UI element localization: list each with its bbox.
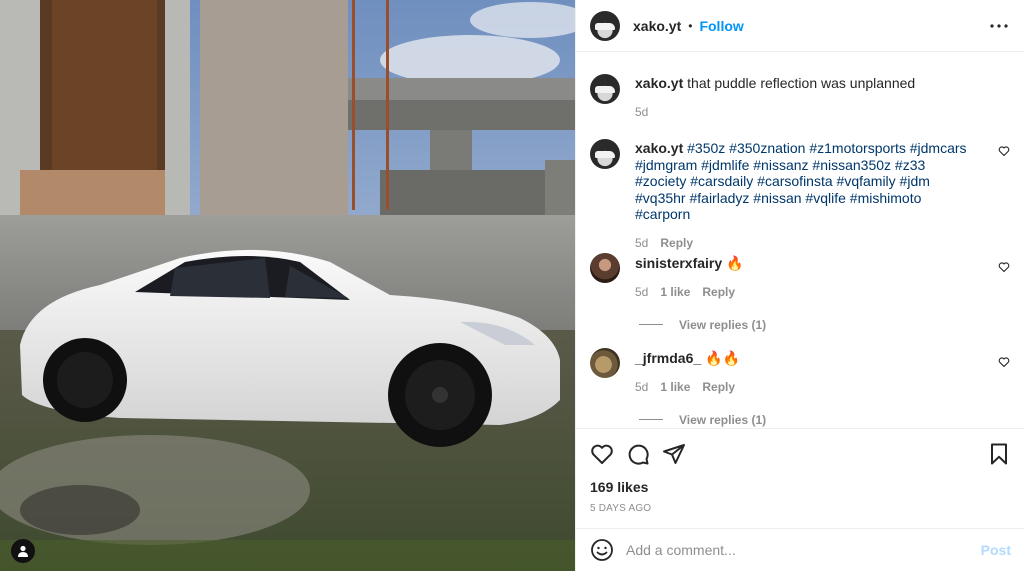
follow-button[interactable]: Follow: [699, 18, 743, 34]
reply-button[interactable]: Reply: [702, 380, 735, 394]
view-replies-label: View replies (1): [679, 317, 767, 332]
share-icon[interactable]: [662, 442, 686, 466]
comment-text: 🔥: [726, 255, 744, 271]
user-icon: [18, 545, 28, 557]
car-photo-image: [0, 0, 575, 571]
reply-button[interactable]: Reply: [702, 285, 735, 299]
likes-count[interactable]: 169 likes: [590, 479, 648, 495]
heart-icon[interactable]: [998, 356, 1010, 368]
caption: xako.yt that puddle reflection was unpla…: [590, 74, 1010, 119]
post-photo[interactable]: [0, 0, 575, 571]
caption-text: that puddle reflection was unplanned: [687, 75, 916, 91]
bookmark-icon[interactable]: [987, 442, 1011, 466]
comment-time: 5d: [635, 235, 649, 250]
view-replies-line: [639, 324, 663, 325]
comment-time: 5d: [635, 379, 649, 394]
view-replies-button[interactable]: View replies (1): [639, 318, 1010, 332]
more-options-button[interactable]: [989, 16, 1009, 36]
tagged-users-button[interactable]: [11, 539, 35, 563]
comment-username[interactable]: xako.yt: [635, 140, 683, 156]
comment-item: xako.yt #350z #350znation #z1motorsports…: [590, 139, 1010, 250]
heart-icon[interactable]: [998, 145, 1010, 157]
post-side-panel: xako.yt • Follow xako.yt that puddle ref…: [575, 0, 1024, 571]
caption-time: 5d: [635, 104, 649, 119]
author-username[interactable]: xako.yt: [633, 18, 681, 34]
emoji-icon[interactable]: [590, 538, 614, 562]
comment-username[interactable]: sinisterxfairy: [635, 255, 722, 271]
header-separator: •: [688, 18, 693, 33]
caption-avatar[interactable]: [590, 74, 620, 104]
comment-avatar[interactable]: [590, 348, 620, 378]
post-timestamp[interactable]: 5 DAYS AGO: [590, 503, 651, 514]
comments-list[interactable]: xako.yt that puddle reflection was unpla…: [576, 53, 1024, 428]
author-avatar[interactable]: [590, 10, 620, 41]
comment-hashtags[interactable]: #350z #350znation #z1motorsports #jdmcar…: [635, 140, 967, 222]
comment-avatar[interactable]: [590, 253, 620, 283]
post-actions: 169 likes 5 DAYS AGO: [576, 428, 1024, 528]
comment-likes[interactable]: 1 like: [660, 285, 690, 299]
comment-avatar[interactable]: [590, 139, 620, 169]
view-replies-label: View replies (1): [679, 412, 767, 427]
like-heart-icon[interactable]: [590, 442, 614, 466]
comment-text: 🔥🔥: [705, 350, 740, 366]
heart-icon[interactable]: [998, 261, 1010, 273]
more-horizontal-icon: [990, 24, 1008, 28]
comment-likes[interactable]: 1 like: [660, 380, 690, 394]
comment-icon[interactable]: [626, 442, 650, 466]
view-replies-button[interactable]: View replies (1): [639, 413, 1010, 427]
comment-username[interactable]: _jfrmda6_: [635, 350, 701, 366]
post-comment-button[interactable]: Post: [981, 542, 1011, 558]
comment-input[interactable]: [626, 542, 956, 558]
comment-item: _jfrmda6_ 🔥🔥 5d 1 like Reply View replie…: [590, 348, 1010, 427]
comment-item: sinisterxfairy 🔥 5d 1 like Reply View re…: [590, 253, 1010, 332]
comment-composer: Post: [576, 528, 1024, 571]
caption-username[interactable]: xako.yt: [635, 75, 683, 91]
comment-time: 5d: [635, 284, 649, 299]
view-replies-line: [639, 419, 663, 420]
post-header: xako.yt • Follow: [576, 0, 1024, 52]
reply-button[interactable]: Reply: [660, 236, 693, 250]
